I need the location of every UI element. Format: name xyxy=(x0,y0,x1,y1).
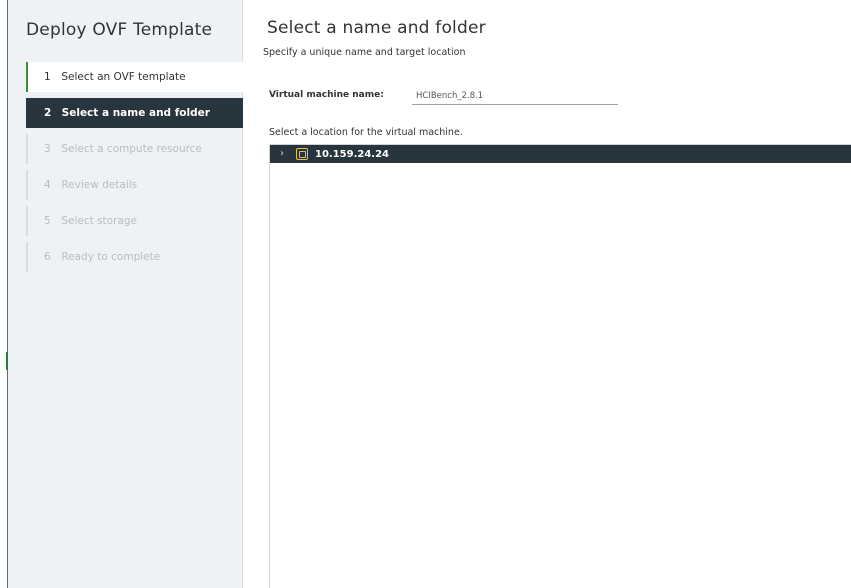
step-number: 6 xyxy=(44,251,51,263)
step-number: 3 xyxy=(44,143,51,155)
step-number: 1 xyxy=(44,71,51,83)
step-review-details: 4 Review details xyxy=(26,170,243,200)
wizard-sidebar: Deploy OVF Template 1 Select an OVF temp… xyxy=(8,0,243,588)
chevron-right-icon[interactable]: › xyxy=(280,145,290,163)
step-select-compute-resource: 3 Select a compute resource xyxy=(26,134,243,164)
wizard-steps: 1 Select an OVF template 2 Select a name… xyxy=(26,62,243,278)
wizard-title: Deploy OVF Template xyxy=(26,20,213,40)
deploy-ovf-wizard: Deploy OVF Template 1 Select an OVF temp… xyxy=(0,0,851,588)
step-ready-to-complete: 6 Ready to complete xyxy=(26,242,243,272)
tree-node-label: 10.159.24.24 xyxy=(315,148,390,160)
vm-name-input[interactable] xyxy=(412,86,618,105)
step-select-name-and-folder[interactable]: 2 Select a name and folder xyxy=(26,98,243,128)
tree-node-datacenter[interactable]: › 10.159.24.24 xyxy=(270,145,851,163)
step-label: Select a name and folder xyxy=(61,107,210,119)
location-label: Select a location for the virtual machin… xyxy=(269,127,463,138)
step-label: Select a compute resource xyxy=(61,143,202,155)
page-title: Select a name and folder xyxy=(267,18,486,38)
step-label: Ready to complete xyxy=(61,251,161,263)
vm-name-field-row: Virtual machine name: xyxy=(269,86,629,108)
page-subtitle: Specify a unique name and target locatio… xyxy=(263,47,466,58)
wizard-content: Select a name and folder Specify a uniqu… xyxy=(243,0,851,588)
step-label: Select storage xyxy=(61,215,137,227)
step-label: Select an OVF template xyxy=(61,71,186,83)
location-tree: › 10.159.24.24 xyxy=(269,144,851,588)
step-select-storage: 5 Select storage xyxy=(26,206,243,236)
vm-name-label: Virtual machine name: xyxy=(269,90,384,100)
step-number: 2 xyxy=(44,107,52,119)
step-label: Review details xyxy=(61,179,138,191)
step-number: 5 xyxy=(44,215,51,227)
datacenter-icon xyxy=(296,148,308,160)
step-select-ovf-template[interactable]: 1 Select an OVF template xyxy=(26,62,243,92)
step-number: 4 xyxy=(44,179,51,191)
